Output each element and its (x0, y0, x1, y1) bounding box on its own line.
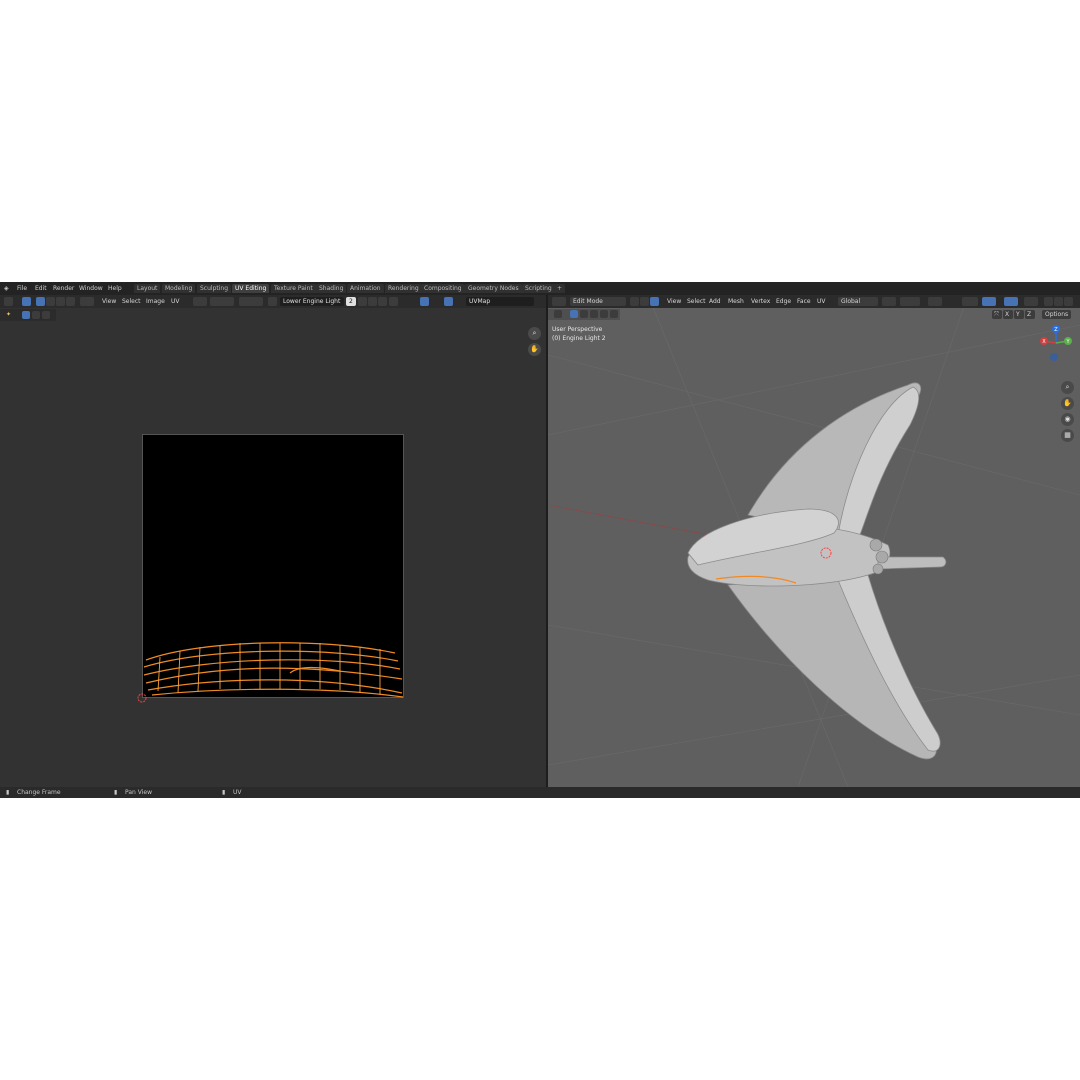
tab-geometry-nodes[interactable]: Geometry Nodes (465, 284, 522, 293)
wireframe-shading-icon[interactable] (1044, 297, 1053, 306)
uv-edge-5 (147, 679, 403, 694)
mode-dropdown[interactable]: Edit Mode (570, 297, 626, 306)
editor-type-icon-3d[interactable] (552, 297, 566, 306)
viewport-header: Edit Mode View Select Add Mesh Vertex Ed… (548, 295, 1080, 308)
tab-uv-editing[interactable]: UV Editing (232, 284, 270, 293)
uv-edge-4 (145, 667, 403, 684)
tab-rendering[interactable]: Rendering (385, 284, 422, 293)
face-mode-icon[interactable] (650, 297, 659, 306)
vp-menu-view[interactable]: View (664, 297, 684, 306)
tab-sculpting[interactable]: Sculpting (197, 284, 232, 293)
menu-help[interactable]: Help (108, 285, 122, 292)
tab-shading[interactable]: Shading (316, 284, 347, 293)
vp-pan-icon[interactable]: ✋ (1061, 397, 1074, 410)
perspective-label: User Perspective (552, 326, 603, 333)
select-sub-icon[interactable] (590, 310, 598, 318)
vp-menu-select[interactable]: Select (684, 297, 709, 306)
gizmo-z: Z (1054, 327, 1058, 333)
visibility-icon[interactable] (962, 297, 978, 306)
navigation-gizmo[interactable]: Z Y X (1034, 321, 1078, 365)
tool-icon[interactable] (554, 310, 562, 318)
spaceship-mesh[interactable] (687, 382, 947, 760)
tab-compositing[interactable]: Compositing (421, 284, 465, 293)
pivot-point-icon[interactable] (882, 297, 896, 306)
menu-file[interactable]: File (17, 285, 27, 292)
menu-edit[interactable]: Edit (35, 285, 47, 292)
2d-cursor[interactable] (137, 693, 147, 703)
vp-menu-add[interactable]: Add (706, 297, 724, 306)
gizmo-toggle-icon[interactable] (982, 297, 996, 306)
snapping-icon[interactable] (900, 297, 920, 306)
tab-scripting[interactable]: Scripting (522, 284, 555, 293)
solid-shading-icon[interactable] (1054, 297, 1063, 306)
mouse-left-icon: ▮ (6, 789, 10, 796)
vp-tool-row (548, 309, 620, 320)
menu-render[interactable]: Render (53, 285, 74, 292)
vp-zoom-icon[interactable]: ⌕ (1061, 381, 1074, 394)
edge-mode-icon[interactable] (640, 297, 649, 306)
status-bar: ▮ Change Frame ▮ Pan View ▮ UV (0, 787, 1080, 798)
tab-modeling[interactable]: Modeling (162, 284, 196, 293)
select-and-icon[interactable] (610, 310, 618, 318)
menu-window[interactable]: Window (79, 285, 103, 292)
status-pan-view: Pan View (125, 789, 152, 796)
xray-icon[interactable] (1024, 297, 1038, 306)
material-shading-icon[interactable] (1064, 297, 1073, 306)
vp-menu-edge[interactable]: Edge (773, 297, 794, 306)
uv-edge-3 (143, 659, 401, 676)
vp-menu-mesh[interactable]: Mesh (725, 297, 747, 306)
mirror-icon[interactable]: ⤧ (992, 310, 1002, 319)
mirror-z-button[interactable]: Z (1025, 310, 1035, 319)
status-uv: UV (233, 789, 242, 796)
vp-menu-vertex[interactable]: Vertex (748, 297, 773, 306)
gizmo-x: X (1042, 339, 1046, 345)
mirror-x-button[interactable]: X (1003, 310, 1013, 319)
uv-edge-6 (151, 688, 404, 698)
top-bar: ◈ File Edit Render Window Help Layout Mo… (0, 282, 1080, 295)
vp-menu-face[interactable]: Face (794, 297, 814, 306)
object-label: (0) Engine Light 2 (552, 335, 606, 342)
proportional-icon[interactable] (928, 297, 942, 306)
mouse-middle-icon: ▮ (114, 789, 118, 796)
orientation-dropdown[interactable]: Global (838, 297, 878, 306)
camera-icon[interactable]: ◉ (1061, 413, 1074, 426)
select-new-icon[interactable] (570, 310, 578, 318)
add-workspace-button[interactable]: + (554, 284, 566, 293)
overlays-icon[interactable] (1004, 297, 1018, 306)
options-button[interactable]: Options (1042, 310, 1072, 319)
3d-viewport[interactable]: Edit Mode View Select Add Mesh Vertex Ed… (548, 295, 1080, 787)
mouse-right-icon: ▮ (222, 789, 226, 796)
blender-logo-icon[interactable]: ◈ (4, 285, 9, 292)
tab-layout[interactable]: Layout (134, 284, 161, 293)
ortho-grid-icon[interactable]: ▦ (1061, 429, 1074, 442)
uv-islands[interactable] (0, 295, 546, 787)
mirror-y-button[interactable]: Y (1014, 310, 1024, 319)
tab-texture-paint[interactable]: Texture Paint (271, 284, 316, 293)
select-invert-icon[interactable] (600, 310, 608, 318)
status-change-frame: Change Frame (17, 789, 61, 796)
vp-menu-uv[interactable]: UV (814, 297, 829, 306)
tab-animation[interactable]: Animation (347, 284, 384, 293)
vertex-mode-icon[interactable] (630, 297, 639, 306)
blender-window: ◈ File Edit Render Window Help Layout Mo… (0, 282, 1080, 798)
viewport-grid (548, 295, 1080, 787)
select-add-icon[interactable] (580, 310, 588, 318)
uv-editor[interactable]: View Select Image UV Lower Engine Light … (0, 295, 546, 787)
